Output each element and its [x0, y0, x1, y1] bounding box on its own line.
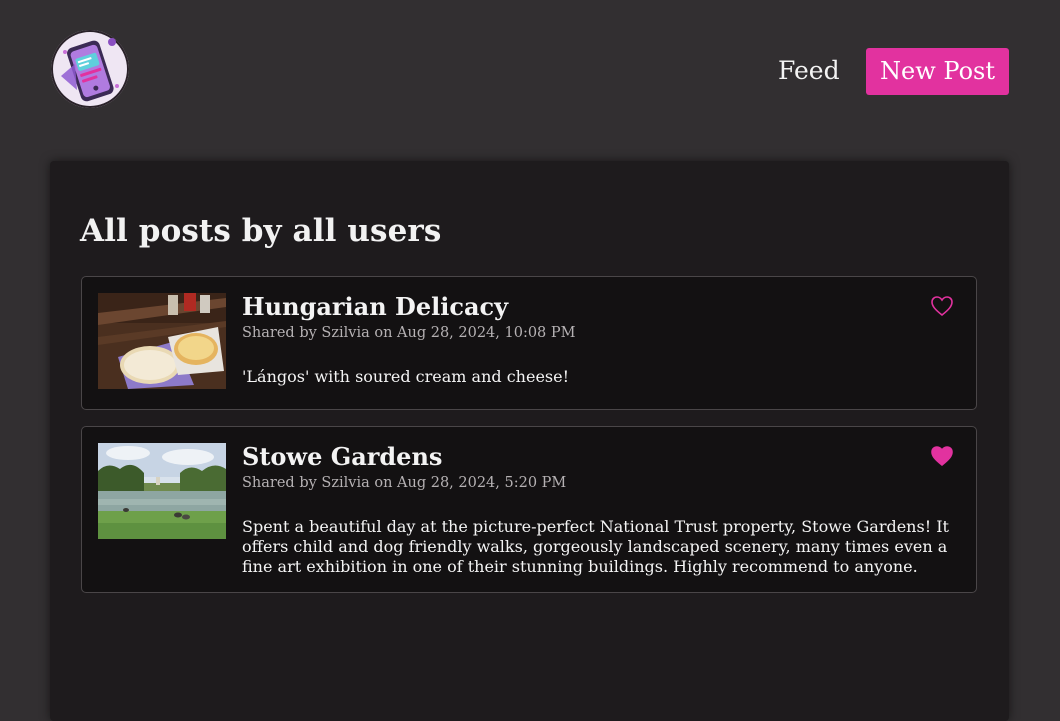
post-card: Hungarian Delicacy Shared by Szilvia on … [81, 276, 977, 410]
post-meta: Shared by Szilvia on Aug 28, 2024, 10:08… [242, 325, 576, 341]
post-card: Stowe Gardens Shared by Szilvia on Aug 2… [81, 426, 977, 593]
post-meta: Shared by Szilvia on Aug 28, 2024, 5:20 … [242, 475, 567, 491]
new-post-button[interactable]: New Post [866, 48, 1009, 95]
post-title[interactable]: Stowe Gardens [242, 442, 442, 471]
post-image [98, 293, 226, 389]
heart-outline-icon [931, 296, 953, 317]
heart-filled-icon [931, 446, 953, 467]
post-title[interactable]: Hungarian Delicacy [242, 292, 508, 321]
garden-lake-photo [98, 443, 226, 539]
phone-logo-icon [53, 32, 127, 106]
post-body: 'Lángos' with soured cream and cheese! [242, 367, 570, 386]
nav-feed-link[interactable]: Feed [778, 55, 840, 87]
post-body: Spent a beautiful day at the picture-per… [242, 517, 949, 576]
like-button[interactable] [930, 295, 954, 317]
like-button[interactable] [930, 445, 954, 467]
header: Feed New Post [0, 0, 1060, 130]
page-title: All posts by all users [80, 213, 442, 249]
post-image [98, 443, 226, 539]
food-photo [98, 293, 226, 389]
app-logo[interactable] [51, 30, 129, 108]
feed-panel: All posts by all users Hungarian Delicac… [50, 161, 1009, 721]
